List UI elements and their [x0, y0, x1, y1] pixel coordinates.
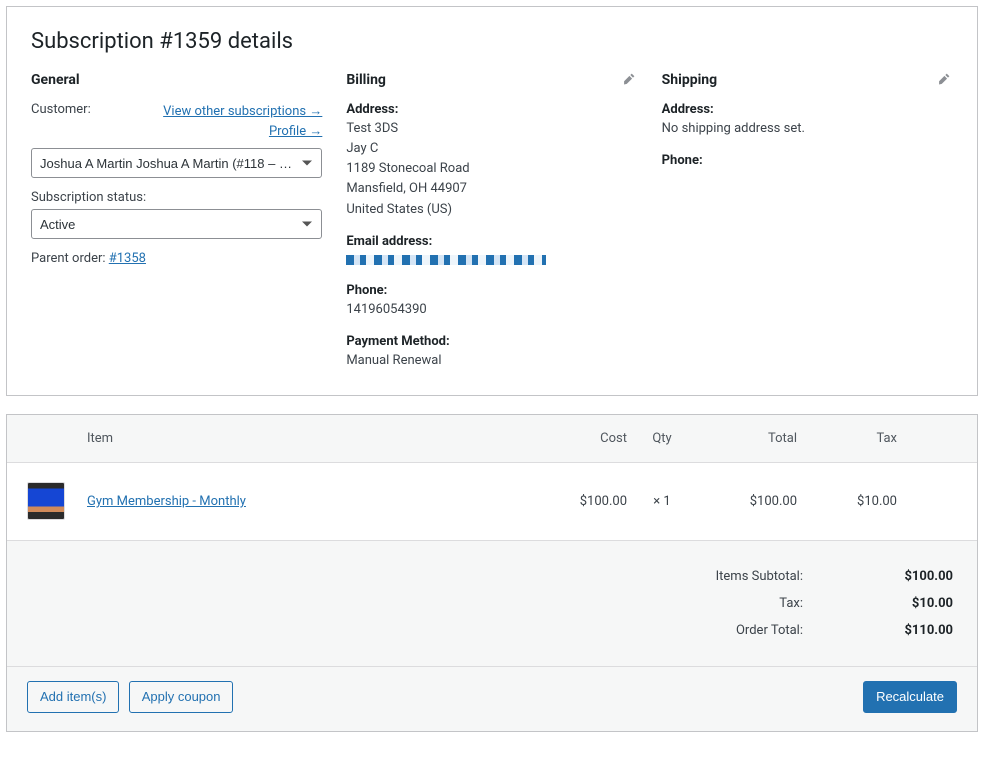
shipping-column: Shipping Address: No shipping address se…	[662, 72, 953, 371]
billing-column: Billing Address: Test 3DS Jay C 1189 Sto…	[346, 72, 637, 371]
shipping-address-value: No shipping address set.	[662, 119, 953, 139]
recalculate-button[interactable]: Recalculate	[863, 681, 957, 713]
product-name-link[interactable]: Gym Membership - Monthly	[87, 494, 246, 509]
tax-label: Tax:	[633, 596, 863, 611]
parent-order-link[interactable]: #1358	[109, 251, 146, 266]
billing-address-line3: 1189 Stonecoal Road	[346, 159, 637, 179]
shipping-heading: Shipping	[662, 72, 953, 88]
order-total-label: Order Total:	[633, 623, 863, 638]
line-item-row: Gym Membership - Monthly $100.00 × 1 $10…	[7, 463, 977, 541]
line-item-cost: $100.00	[537, 494, 627, 509]
customer-quick-links: View other subscriptions → Profile →	[163, 102, 322, 142]
subscription-status-select[interactable]: Active	[31, 209, 322, 239]
order-total-value: $110.00	[863, 623, 953, 638]
status-label: Subscription status:	[31, 190, 322, 205]
shipping-phone-label: Phone:	[662, 153, 953, 168]
product-thumbnail	[27, 482, 65, 520]
view-other-subscriptions-link[interactable]: View other subscriptions →	[163, 104, 322, 119]
billing-phone-value: 14196054390	[346, 300, 637, 320]
parent-order-label: Parent order:	[31, 251, 109, 266]
line-item-qty: × 1	[627, 494, 697, 509]
items-actions-bar: Add item(s) Apply coupon Recalculate	[7, 666, 977, 731]
billing-heading: Billing	[346, 72, 637, 88]
order-totals: Items Subtotal: $100.00 Tax: $10.00 Orde…	[7, 541, 977, 666]
tax-value: $10.00	[863, 596, 953, 611]
pencil-icon[interactable]	[937, 72, 953, 88]
general-column: General Customer: View other subscriptio…	[31, 72, 322, 371]
items-header-qty: Qty	[627, 431, 697, 446]
items-body: Gym Membership - Monthly $100.00 × 1 $10…	[7, 463, 977, 541]
line-item-tax: $10.00	[797, 494, 897, 509]
items-header-row: Item Cost Qty Total Tax	[7, 415, 977, 463]
apply-coupon-button[interactable]: Apply coupon	[129, 681, 234, 713]
page-title: Subscription #1359 details	[31, 29, 953, 54]
line-item-total: $100.00	[697, 494, 797, 509]
payment-method-value: Manual Renewal	[346, 351, 637, 371]
shipping-address-label: Address:	[662, 102, 953, 117]
items-header-cost: Cost	[537, 431, 627, 446]
pencil-icon[interactable]	[622, 72, 638, 88]
items-header-tax: Tax	[797, 431, 897, 446]
parent-order: Parent order: #1358	[31, 251, 322, 266]
billing-phone-label: Phone:	[346, 283, 637, 298]
general-heading: General	[31, 72, 322, 88]
details-columns: General Customer: View other subscriptio…	[31, 72, 953, 371]
customer-select[interactable]: Joshua A Martin Joshua A Martin (#118 – …	[31, 148, 322, 178]
billing-address-line2: Jay C	[346, 139, 637, 159]
add-items-button[interactable]: Add item(s)	[27, 681, 119, 713]
billing-address-line4: Mansfield, OH 44907	[346, 179, 637, 199]
subtotal-value: $100.00	[863, 569, 953, 584]
subscription-details-panel: Subscription #1359 details General Custo…	[6, 6, 978, 396]
items-header-total: Total	[697, 431, 797, 446]
billing-email-redacted	[346, 255, 546, 265]
billing-email-label: Email address:	[346, 234, 637, 249]
billing-address-line1: Test 3DS	[346, 119, 637, 139]
subtotal-label: Items Subtotal:	[633, 569, 863, 584]
items-header-item: Item	[87, 431, 537, 446]
customer-label: Customer:	[31, 102, 91, 117]
billing-address-label: Address:	[346, 102, 637, 117]
order-items-panel: Item Cost Qty Total Tax Gym Membership -…	[6, 414, 978, 732]
billing-address-line5: United States (US)	[346, 200, 637, 220]
payment-method-label: Payment Method:	[346, 334, 637, 349]
profile-link[interactable]: Profile →	[269, 124, 322, 139]
